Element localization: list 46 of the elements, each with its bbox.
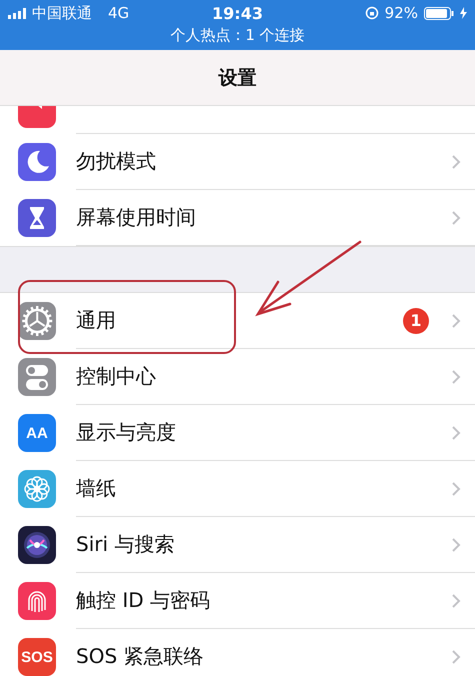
settings-row[interactable]: 勿扰模式 [0,134,475,190]
chevron-icon [451,536,461,552]
chevron-icon [451,368,461,384]
toggles-icon [18,358,56,396]
row-label: 显示与亮度 [76,419,177,446]
moon-icon [18,143,56,181]
flower-icon [18,470,56,508]
signal-icon [8,8,26,18]
row-label: SOS 紧急联络 [76,643,204,670]
row-label: Siri 与搜索 [76,531,176,558]
settings-row[interactable]: 墙纸 [0,461,475,517]
row-label: 墙纸 [76,475,117,502]
sos-icon: SOS [18,638,56,676]
row-label: 控制中心 [76,363,157,390]
chevron-icon [451,154,461,170]
hourglass-icon [18,199,56,237]
battery-icon [424,6,454,20]
settings-row[interactable]: Siri 与搜索 [0,517,475,573]
row-label: 勿扰模式 [76,148,157,175]
chevron-icon [451,312,461,328]
chevron-icon [451,648,461,664]
row-label: 触控 ID 与密码 [76,587,212,614]
chevron-icon [451,480,461,496]
gear-icon [18,302,56,340]
fingerprint-icon [18,582,56,620]
siri-icon [18,526,56,564]
settings-row[interactable]: AA 显示与亮度 [0,405,475,461]
charging-icon [460,7,467,19]
settings-row[interactable]: 控制中心 [0,349,475,405]
row-label: 屏幕使用时间 [76,204,197,231]
row-label: 通用 [76,307,117,334]
notification-badge: 1 [403,308,429,334]
chevron-icon [451,424,461,440]
status-time: 19:43 [212,4,263,22]
carrier-name: 中国联通 [32,4,92,22]
hotspot-banner[interactable]: 个人热点：1 个连接 [170,26,305,45]
chevron-icon [451,592,461,608]
rotation-lock-icon [364,6,379,20]
battery-percent: 92% [384,4,418,22]
network-type: 4G [108,4,130,22]
page-title: 设置 [218,66,256,90]
settings-row[interactable]: 触控 ID 与密码 [0,573,475,629]
text-size-icon: AA [18,414,56,452]
settings-row[interactable]: SOS SOS 紧急联络 [0,629,475,676]
chevron-icon [451,210,461,226]
settings-row[interactable]: 通用 1 [0,293,475,349]
